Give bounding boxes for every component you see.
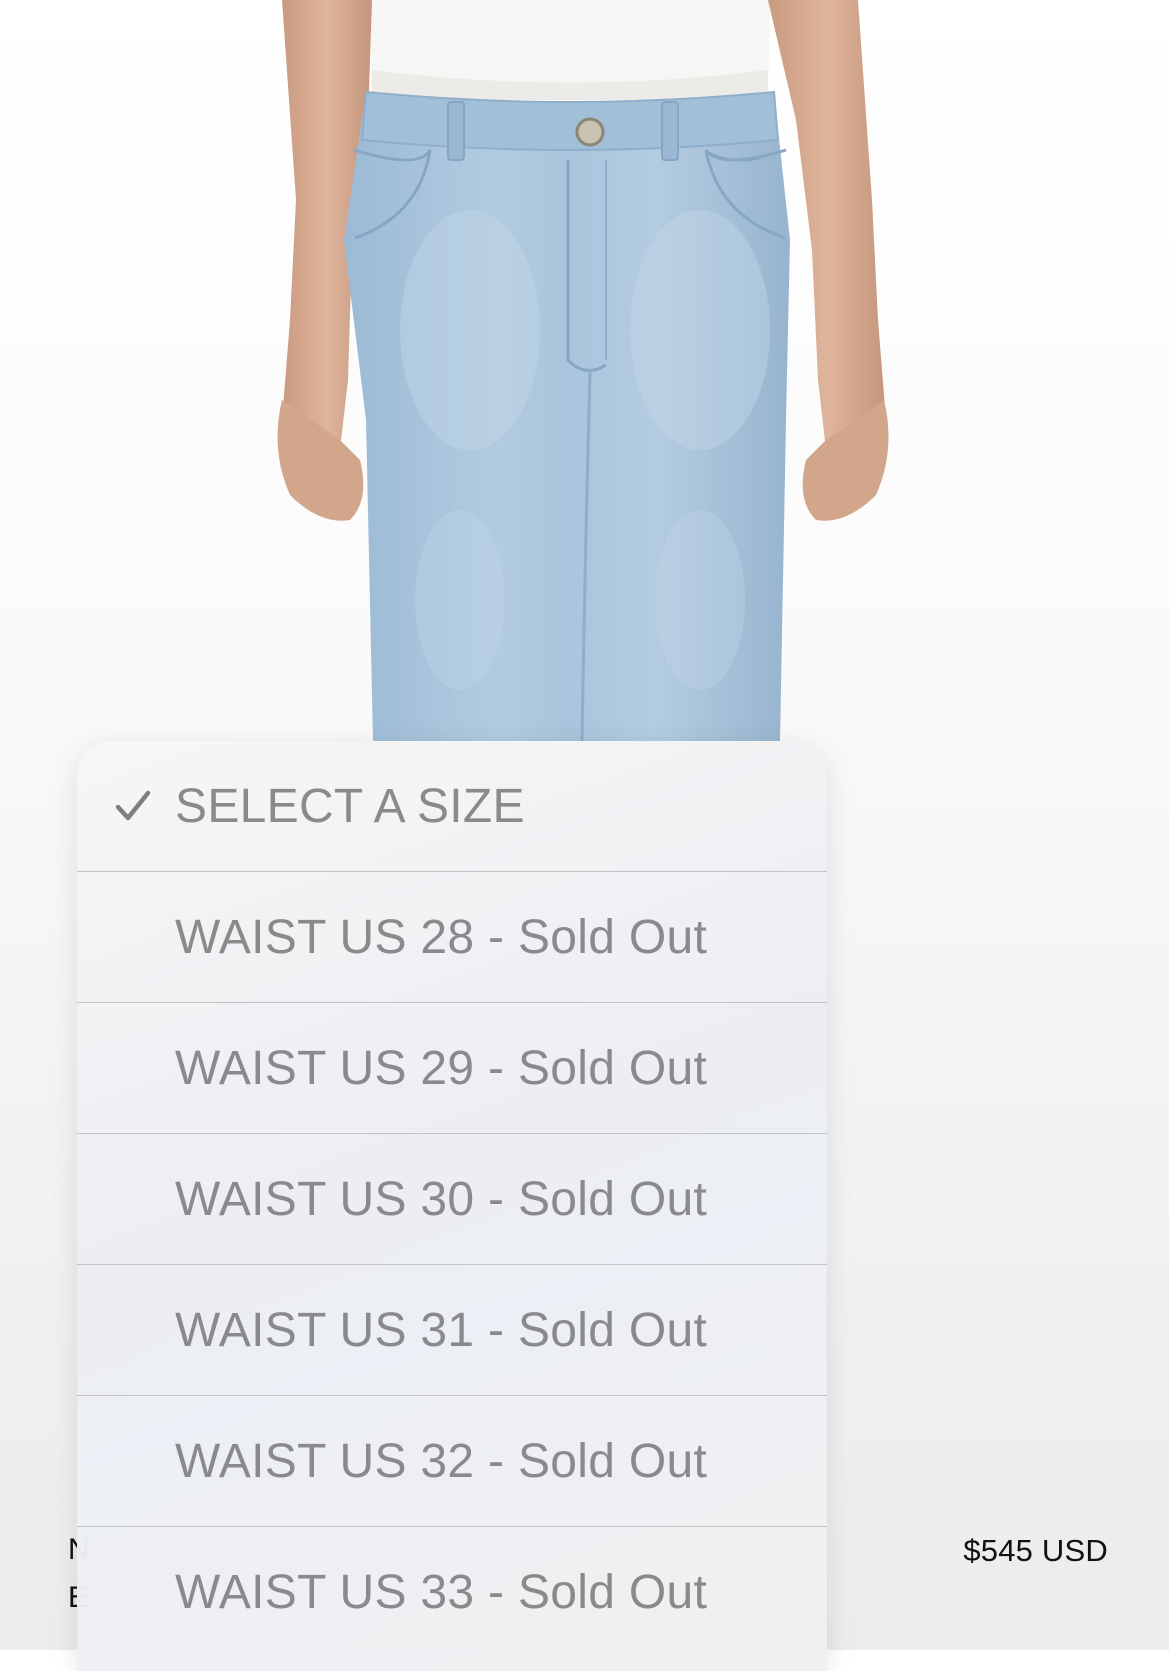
size-option-label: WAIST US 31 - Sold Out xyxy=(175,1303,708,1357)
size-option-label: WAIST US 30 - Sold Out xyxy=(175,1172,708,1226)
size-option-label: WAIST US 33 - Sold Out xyxy=(175,1566,708,1619)
check-icon xyxy=(115,790,151,821)
size-select-menu[interactable]: SELECT A SIZE WAIST US 28 - Sold Out WAI… xyxy=(77,741,827,1671)
size-option-waist-30[interactable]: WAIST US 30 - Sold Out xyxy=(77,1134,827,1265)
size-option-label: WAIST US 29 - Sold Out xyxy=(175,1041,708,1095)
size-option-waist-31[interactable]: WAIST US 31 - Sold Out xyxy=(77,1265,827,1396)
size-option-waist-32[interactable]: WAIST US 32 - Sold Out xyxy=(77,1396,827,1527)
size-option-label: WAIST US 32 - Sold Out xyxy=(175,1434,708,1488)
size-option-waist-33[interactable]: WAIST US 33 - Sold Out xyxy=(77,1527,827,1658)
product-price: $545 USD xyxy=(963,1533,1108,1568)
size-option-waist-29[interactable]: WAIST US 29 - Sold Out xyxy=(77,1003,827,1134)
size-option-waist-28[interactable]: WAIST US 28 - Sold Out xyxy=(77,872,827,1003)
size-option-label: WAIST US 28 - Sold Out xyxy=(175,910,708,964)
size-option-select-a-size[interactable]: SELECT A SIZE xyxy=(77,741,827,872)
size-option-label: SELECT A SIZE xyxy=(175,779,525,833)
